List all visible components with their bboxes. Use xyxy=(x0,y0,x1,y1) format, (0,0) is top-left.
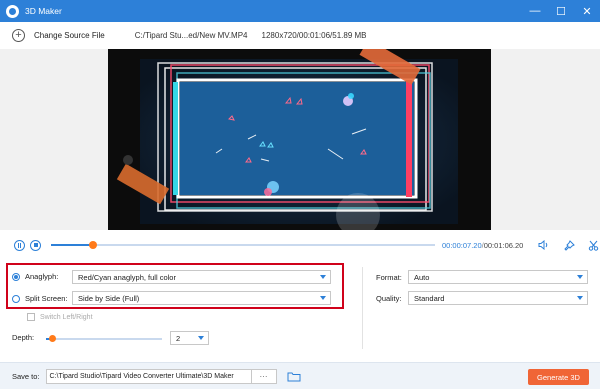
plus-circle-icon[interactable]: + xyxy=(12,29,25,42)
progress-fill xyxy=(51,244,94,246)
split-screen-value: Side by Side (Full) xyxy=(78,293,140,303)
switch-left-right-label: Switch Left/Right xyxy=(40,313,93,321)
depth-value: 2 xyxy=(176,333,181,343)
app-logo-icon xyxy=(6,4,19,18)
quality-value: Standard xyxy=(414,293,445,303)
window-controls: — ☐ ✕ xyxy=(522,0,600,22)
progress-bar[interactable] xyxy=(51,241,435,249)
anaglyph-option[interactable]: Anaglyph: xyxy=(12,272,58,281)
anaglyph-label: Anaglyph: xyxy=(25,272,59,281)
folder-icon[interactable] xyxy=(287,371,301,382)
window-title: 3D Maker xyxy=(25,6,62,16)
pin-icon[interactable] xyxy=(563,239,575,251)
minimize-button[interactable]: — xyxy=(522,0,548,22)
pause-icon[interactable] xyxy=(14,239,25,251)
stop-icon[interactable] xyxy=(30,239,41,251)
source-file-path: C:/Tipard Stu...ed/New MV.MP4 xyxy=(134,31,248,40)
current-time: 00:00:07.20 xyxy=(442,240,482,250)
volume-icon[interactable] xyxy=(537,239,549,251)
generate-3d-button[interactable]: Generate 3D xyxy=(528,369,589,385)
restore-button[interactable]: ☐ xyxy=(548,0,574,22)
chevron-down-icon xyxy=(320,296,326,300)
anaglyph-radio[interactable] xyxy=(12,272,20,281)
depth-label: Depth: xyxy=(12,333,35,342)
split-screen-option[interactable]: Split Screen: xyxy=(12,294,68,303)
chevron-down-icon xyxy=(577,296,583,300)
format-select[interactable]: Auto xyxy=(408,270,588,284)
anaglyph-select[interactable]: Red/Cyan anaglyph, full color xyxy=(72,270,331,284)
chevron-down-icon xyxy=(577,275,583,279)
save-path-field[interactable]: C:\Tipard Studio\Tipard Video Converter … xyxy=(45,368,252,384)
split-screen-select[interactable]: Side by Side (Full) xyxy=(72,291,331,305)
video-frame xyxy=(116,49,458,230)
chevron-down-icon xyxy=(320,275,326,279)
bottom-bar: Save to: C:\Tipard Studio\Tipard Video C… xyxy=(0,362,600,389)
title-bar: 3D Maker — ☐ ✕ xyxy=(0,0,600,22)
total-time: 00:01:06.20 xyxy=(483,240,524,250)
browse-button[interactable]: ··· xyxy=(251,368,277,384)
depth-slider[interactable] xyxy=(46,335,162,342)
settings-panel: Anaglyph: Red/Cyan anaglyph, full color … xyxy=(0,259,600,362)
scissors-icon[interactable] xyxy=(587,239,599,251)
source-file-info: 1280x720/00:01:06/51.89 MB xyxy=(261,31,367,40)
quality-select[interactable]: Standard xyxy=(408,291,588,305)
close-button[interactable]: ✕ xyxy=(574,0,600,22)
progress-handle[interactable] xyxy=(89,241,98,249)
format-value: Auto xyxy=(414,272,430,282)
preview-area xyxy=(0,49,600,230)
vertical-divider xyxy=(362,267,363,349)
depth-select[interactable]: 2 xyxy=(170,331,209,345)
format-label: Format: xyxy=(376,273,402,282)
quality-label: Quality: xyxy=(376,294,402,303)
switch-left-right-checkbox[interactable] xyxy=(27,313,35,321)
playback-controls: 00:00:07.20 / 00:01:06.20 xyxy=(0,231,600,259)
switch-left-right-option[interactable]: Switch Left/Right xyxy=(27,313,93,321)
depth-slider-handle[interactable] xyxy=(48,335,56,342)
chevron-down-icon xyxy=(198,336,204,340)
save-to-label: Save to: xyxy=(12,371,40,381)
video-preview xyxy=(108,49,491,230)
split-screen-radio[interactable] xyxy=(12,294,20,303)
anaglyph-value: Red/Cyan anaglyph, full color xyxy=(78,272,176,282)
split-screen-label: Split Screen: xyxy=(25,294,68,303)
source-file-bar: + Change Source File C:/Tipard Stu...ed/… xyxy=(0,22,600,49)
change-source-file-button[interactable]: Change Source File xyxy=(34,31,105,40)
